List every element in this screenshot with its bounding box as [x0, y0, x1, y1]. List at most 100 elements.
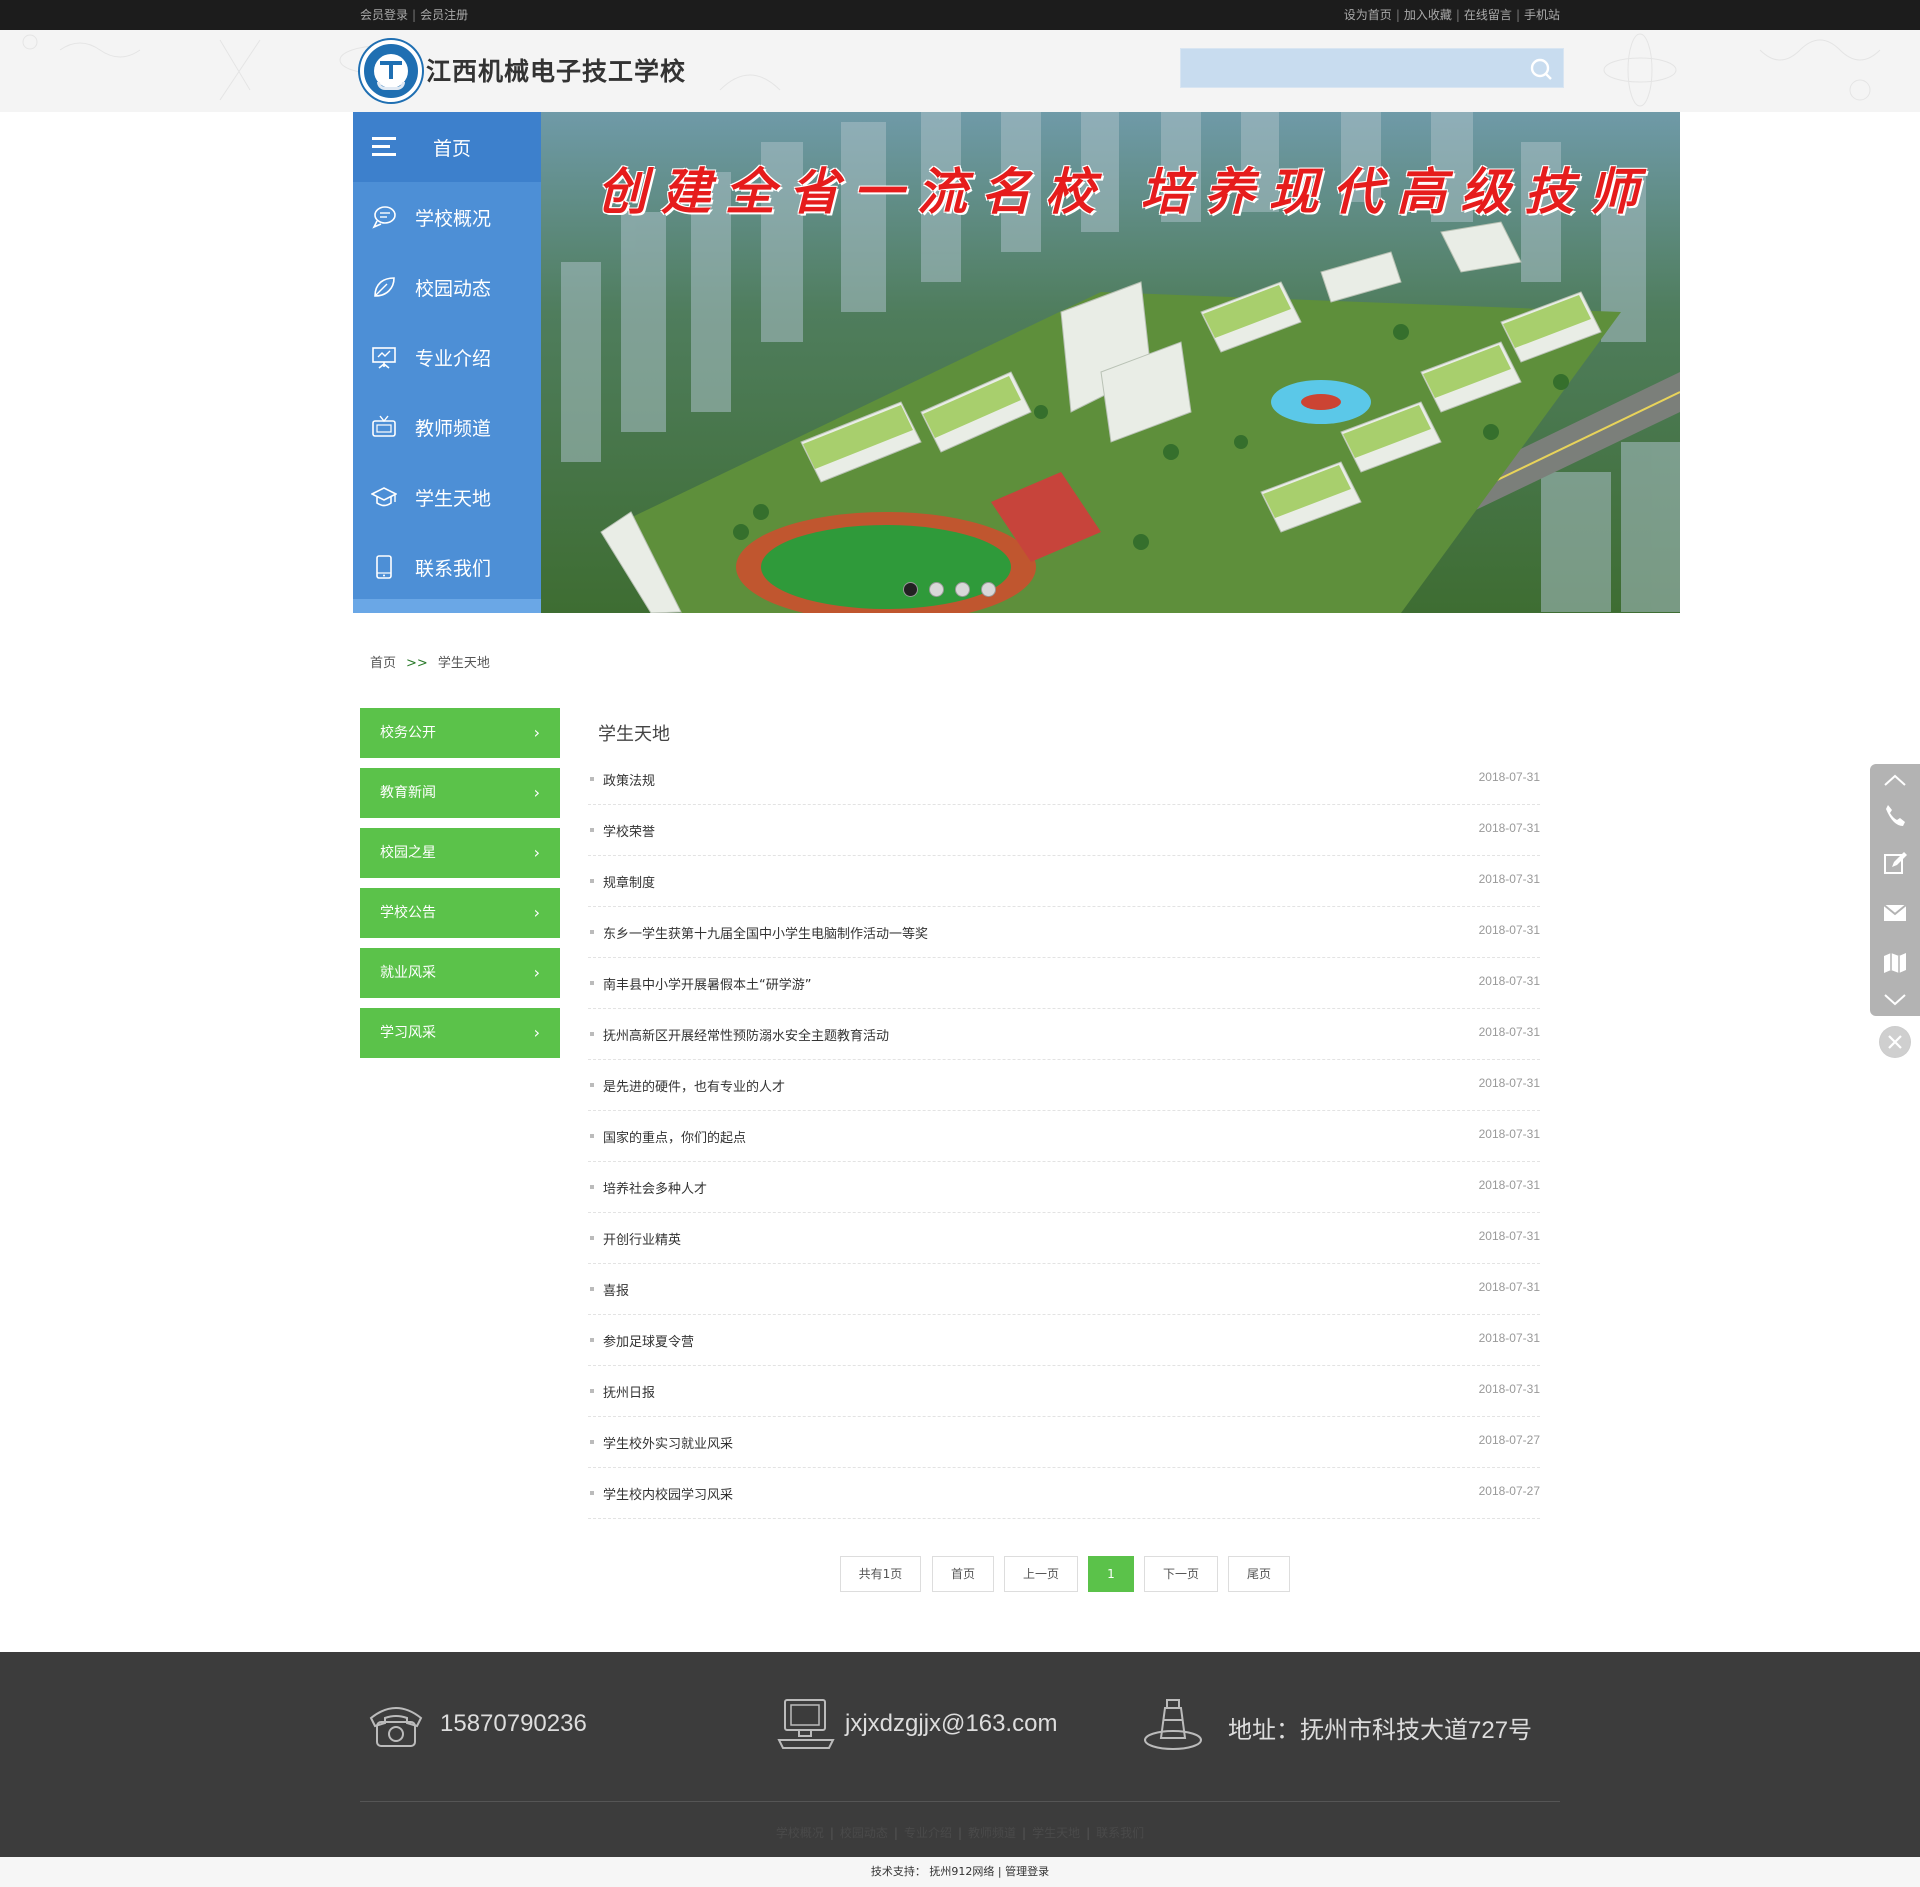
tech-support-label: 技术支持：	[870, 1865, 926, 1878]
add-favorite-link[interactable]: 加入收藏	[1404, 8, 1452, 22]
article-link[interactable]: 学校荣誉	[603, 821, 655, 840]
side-menu-item[interactable]: 教育新闻 ›	[360, 768, 560, 818]
side-menu-item[interactable]: 学习风采 ›	[360, 1008, 560, 1058]
side-menu-item[interactable]: 就业风采 ›	[360, 948, 560, 998]
side-menu-item[interactable]: 校务公开 ›	[360, 708, 560, 758]
article-link[interactable]: 东乡一学生获第十九届全国中小学生电脑制作活动一等奖	[603, 923, 928, 942]
bullet-icon	[590, 1440, 594, 1444]
first-page-button[interactable]: 首页	[932, 1556, 994, 1592]
footer-link[interactable]: 专业介绍	[904, 1826, 952, 1840]
chevron-right-icon: ›	[533, 723, 540, 742]
article-link[interactable]: 学生校外实习就业风采	[603, 1433, 733, 1452]
article-link[interactable]: 规章制度	[603, 872, 655, 891]
footer-links: 学校概况 | 校园动态 | 专业介绍 | 教师频道 | 学生天地 | 联系我们	[775, 1826, 1145, 1840]
article-date: 2018-07-31	[1478, 1025, 1540, 1039]
slider-dot[interactable]	[955, 582, 970, 597]
chemistry-background-pattern	[22, 33, 1881, 107]
set-homepage-link[interactable]: 设为首页	[1344, 8, 1392, 22]
side-menu: 校务公开 › 教育新闻 › 校园之星 › 学校公告 › 就业风采 › 学习风采 ›	[360, 708, 560, 1068]
prev-page-button[interactable]: 上一页	[1004, 1556, 1078, 1592]
bullet-icon	[590, 879, 594, 883]
article-link[interactable]: 参加足球夏令营	[603, 1331, 694, 1350]
bullet-icon	[590, 981, 594, 985]
admin-login-link[interactable]: 管理登录	[1005, 1865, 1049, 1878]
map-icon[interactable]	[1882, 950, 1908, 976]
chevron-right-icon: ›	[533, 783, 540, 802]
article-link[interactable]: 南丰县中小学开展暑假本土“研学游”	[603, 974, 811, 993]
chevron-right-icon: ›	[533, 903, 540, 922]
article-date: 2018-07-31	[1478, 1076, 1540, 1090]
article-link[interactable]: 国家的重点，你们的起点	[603, 1127, 746, 1146]
nav-item-contact[interactable]: 联系我们	[353, 532, 541, 602]
hero-banner: 首页 学校概况 校园动态 专业介绍 教师频道 学生天地 联系我们 创建全省一流名…	[353, 112, 1680, 613]
side-menu-item[interactable]: 校园之星 ›	[360, 828, 560, 878]
footer-link[interactable]: 校园动态	[840, 1826, 888, 1840]
article-link[interactable]: 喜报	[603, 1280, 629, 1299]
article-date: 2018-07-31	[1478, 1280, 1540, 1294]
close-icon[interactable]	[1879, 1026, 1911, 1058]
banner-slide[interactable]: 创建全省一流名校 培养现代高级技师	[541, 112, 1680, 613]
mobile-site-link[interactable]: 手机站	[1524, 8, 1560, 22]
mail-icon[interactable]	[1882, 900, 1908, 926]
arrow-down-icon[interactable]	[1882, 986, 1908, 1012]
slider-dot[interactable]	[903, 582, 918, 597]
current-page-button[interactable]: 1	[1088, 1556, 1134, 1592]
list-item: 是先进的硬件，也有专业的人才 2018-07-31	[588, 1060, 1540, 1111]
bullet-icon	[590, 1287, 594, 1291]
tech-vendor-link[interactable]: 抚州912网络	[929, 1865, 994, 1878]
last-page-button[interactable]: 尾页	[1228, 1556, 1290, 1592]
footer-phone-number[interactable]: 15870790236	[440, 1710, 587, 1738]
bullet-icon	[590, 1032, 594, 1036]
slider-dot[interactable]	[929, 582, 944, 597]
phone-icon[interactable]	[1882, 802, 1908, 828]
member-login-link[interactable]: 会员登录	[360, 8, 408, 22]
nav-item-label: 校园动态	[415, 278, 492, 300]
online-message-link[interactable]: 在线留言	[1464, 8, 1512, 22]
nav-item-teachers[interactable]: 教师频道	[353, 392, 541, 462]
side-menu-item-label: 学校公告	[380, 905, 436, 921]
nav-item-home[interactable]: 首页	[353, 112, 541, 182]
page-total: 共有1页	[840, 1556, 921, 1592]
article-list: 政策法规 2018-07-31 学校荣誉 2018-07-31 规章制度 2018-0…	[588, 754, 1540, 1519]
nav-item-overview[interactable]: 学校概况	[353, 182, 541, 252]
nav-item-label: 专业介绍	[415, 348, 492, 370]
search-input[interactable]	[1181, 49, 1521, 87]
search-icon[interactable]	[1529, 57, 1553, 81]
site-title[interactable]: 江西机械电子技工学校	[426, 52, 686, 88]
next-page-button[interactable]: 下一页	[1144, 1556, 1218, 1592]
article-link[interactable]: 开创行业精英	[603, 1229, 681, 1248]
footer-link[interactable]: 学生天地	[1032, 1826, 1080, 1840]
school-logo[interactable]	[360, 40, 422, 102]
site-header: 江西机械电子技工学校	[0, 30, 1920, 112]
article-link[interactable]: 培养社会多种人才	[603, 1178, 707, 1197]
footer-email-address[interactable]: jxjxdzgjjx@163.com	[845, 1710, 1057, 1738]
footer-link[interactable]: 学校概况	[776, 1826, 824, 1840]
tv-icon	[372, 415, 396, 437]
slider-dot[interactable]	[981, 582, 996, 597]
footer-link[interactable]: 联系我们	[1096, 1826, 1144, 1840]
top-bar: 会员登录 | 会员注册 设为首页 | 加入收藏 | 在线留言 | 手机站	[0, 0, 1920, 30]
member-register-link[interactable]: 会员注册	[420, 8, 468, 22]
footer-link[interactable]: 教师频道	[968, 1826, 1016, 1840]
nav-item-majors[interactable]: 专业介绍	[353, 322, 541, 392]
edit-icon[interactable]	[1882, 850, 1908, 876]
side-menu-item[interactable]: 学校公告 ›	[360, 888, 560, 938]
article-link[interactable]: 政策法规	[603, 770, 655, 789]
list-item: 学生校外实习就业风采 2018-07-27	[588, 1417, 1540, 1468]
nav-item-students[interactable]: 学生天地	[353, 462, 541, 532]
chevron-right-icon: ›	[533, 843, 540, 862]
breadcrumb-home[interactable]: 首页	[370, 656, 396, 671]
article-date: 2018-07-31	[1478, 770, 1540, 784]
article-date: 2018-07-31	[1478, 1127, 1540, 1141]
article-link[interactable]: 学生校内校园学习风采	[603, 1484, 733, 1503]
article-link[interactable]: 抚州高新区开展经常性预防溺水安全主题教育活动	[603, 1025, 889, 1044]
breadcrumb-current[interactable]: 学生天地	[438, 656, 490, 671]
article-link[interactable]: 抚州日报	[603, 1382, 655, 1401]
bullet-icon	[590, 1491, 594, 1495]
article-link[interactable]: 是先进的硬件，也有专业的人才	[603, 1076, 785, 1095]
nav-item-label: 学校概况	[415, 208, 492, 230]
nav-item-campus-news[interactable]: 校园动态	[353, 252, 541, 322]
bullet-icon	[590, 777, 594, 781]
arrow-up-icon[interactable]	[1882, 768, 1908, 794]
graduation-cap-icon	[371, 487, 397, 507]
